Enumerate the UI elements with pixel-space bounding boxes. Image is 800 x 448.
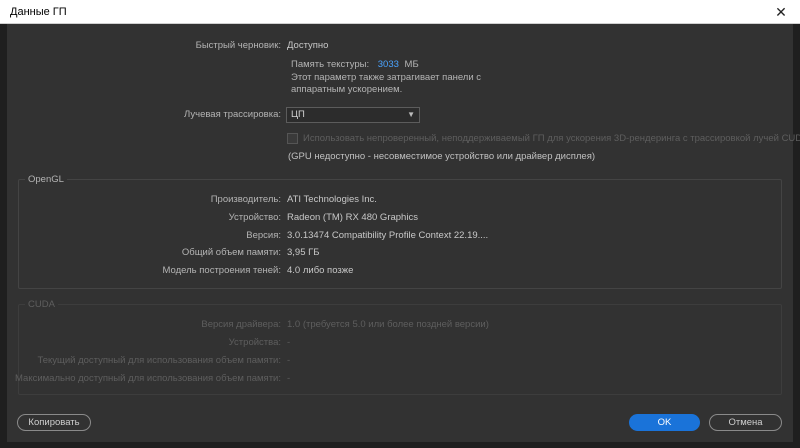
cuda-row-current-memory: Текущий доступный для использования объе… [0, 354, 800, 368]
cancel-button[interactable]: Отмена [709, 414, 782, 431]
opengl-shader-value: 4.0 либо позже [287, 265, 354, 276]
copy-button[interactable]: Копировать [17, 414, 91, 431]
opengl-vendor-label: Производитель: [210, 194, 281, 205]
opengl-row-memory: Общий объем памяти: 3,95 ГБ [0, 246, 800, 260]
ray-tracing-selected: ЦП [291, 109, 305, 120]
unsupported-gpu-checkbox[interactable] [287, 133, 298, 144]
cuda-current-memory-value: - [287, 355, 291, 366]
texture-memory-unit: МБ [404, 59, 419, 70]
cuda-row-max-memory: Максимально доступный для использования … [0, 372, 800, 386]
cuda-devices-label: Устройства: [228, 337, 281, 348]
opengl-device-label: Устройство: [228, 212, 281, 223]
opengl-version-label: Версия: [246, 230, 281, 241]
opengl-row-shader: Модель построения теней: 4.0 либо позже [0, 264, 800, 278]
opengl-row-device: Устройство: Radeon (TM) RX 480 Graphics [0, 211, 800, 225]
close-icon[interactable]: ✕ [768, 2, 794, 22]
ray-tracing-dropdown[interactable]: ЦП ▼ [286, 107, 420, 123]
cuda-driver-value: 1.0 (требуется 5.0 или более поздней вер… [287, 319, 489, 330]
cuda-row-devices: Устройства: - [0, 336, 800, 350]
fast-draft-value: Доступно [287, 40, 329, 51]
ok-button[interactable]: OK [629, 414, 700, 431]
cuda-driver-label: Версия драйвера: [201, 319, 281, 330]
gpu-unavailable-note: (GPU недоступно - несовместимое устройст… [288, 151, 596, 162]
bottom-window-edge [0, 442, 800, 448]
cuda-current-memory-label: Текущий доступный для использования объе… [37, 355, 281, 366]
fast-draft-label: Быстрый черновик: [195, 40, 281, 51]
opengl-shader-label: Модель построения теней: [162, 265, 281, 276]
cuda-max-memory-label: Максимально доступный для использования … [15, 373, 281, 384]
opengl-legend: OpenGL [25, 174, 67, 186]
opengl-row-vendor: Производитель: ATI Technologies Inc. [0, 193, 800, 207]
opengl-row-version: Версия: 3.0.13474 Compatibility Profile … [0, 229, 800, 243]
title-bar: Данные ГП ✕ [0, 0, 800, 24]
window-title: Данные ГП [10, 6, 67, 18]
unsupported-gpu-checkbox-label: Использовать непроверенный, неподдержива… [303, 133, 800, 144]
chevron-down-icon: ▼ [407, 110, 415, 119]
fast-draft-row: Быстрый черновик: Доступно [0, 39, 800, 53]
opengl-memory-label: Общий объем памяти: [181, 247, 281, 258]
cuda-row-driver: Версия драйвера: 1.0 (требуется 5.0 или … [0, 318, 800, 332]
texture-note-line2: аппаратным ускорением. [291, 84, 403, 95]
cuda-devices-value: - [287, 337, 291, 348]
opengl-memory-value: 3,95 ГБ [287, 247, 320, 258]
opengl-vendor-value: ATI Technologies Inc. [287, 194, 377, 205]
opengl-device-value: Radeon (TM) RX 480 Graphics [287, 212, 418, 223]
texture-memory-value[interactable]: 3033 [378, 59, 399, 70]
cuda-legend: CUDA [25, 299, 58, 311]
ray-tracing-label: Лучевая трассировка: [184, 109, 281, 120]
texture-memory-label: Память текстуры: [291, 59, 370, 70]
opengl-version-value: 3.0.13474 Compatibility Profile Context … [287, 230, 489, 241]
cuda-max-memory-value: - [287, 373, 291, 384]
texture-memory-row: Память текстуры: 3033 МБ [291, 58, 419, 72]
